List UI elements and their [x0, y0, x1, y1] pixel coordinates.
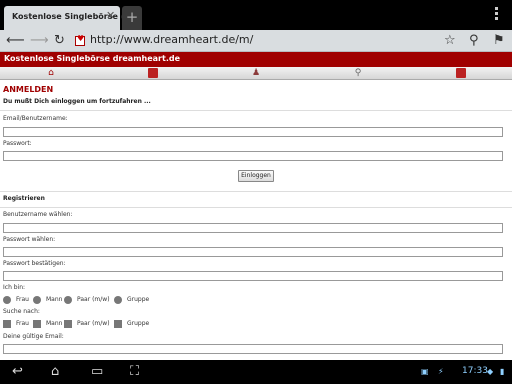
- login-heading: ANMELDEN: [3, 85, 54, 94]
- password-label: Passwort:: [3, 140, 32, 147]
- seeking-options: Frau Mann Paar (m/w) Gruppe: [3, 319, 303, 329]
- search-nav-icon[interactable]: ⚲: [353, 68, 363, 78]
- checkbox[interactable]: [64, 320, 72, 328]
- iam-label: Ich bin:: [3, 284, 26, 291]
- home-icon[interactable]: ⌂: [46, 68, 56, 78]
- login-button[interactable]: Einloggen: [238, 170, 274, 182]
- wifi-icon: ◆: [487, 367, 494, 376]
- register-heading: Registrieren: [3, 195, 45, 202]
- forward-arrow-icon[interactable]: ⟶: [30, 32, 49, 50]
- radio-button[interactable]: [64, 296, 72, 304]
- bookmark-star-icon[interactable]: ☆: [444, 32, 456, 50]
- checkbox[interactable]: [3, 320, 11, 328]
- back-arrow-icon[interactable]: ⟵: [6, 32, 25, 50]
- login-subheading: Du mußt Dich einloggen um fortzufahren .…: [3, 98, 151, 105]
- radio-button[interactable]: [33, 296, 41, 304]
- email-label: Email/Benutzername:: [3, 115, 68, 122]
- tab-title: Kostenlose Singlebörse d...: [12, 12, 136, 21]
- page-content: ANMELDEN Du mußt Dich einloggen um fortz…: [0, 81, 512, 360]
- overflow-menu-icon[interactable]: [495, 7, 498, 22]
- new-tab-button[interactable]: +: [122, 6, 142, 30]
- new-password-field[interactable]: [3, 247, 503, 257]
- radio-button[interactable]: [3, 296, 11, 304]
- recent-apps-icon[interactable]: ▭: [91, 363, 103, 381]
- confirm-password-label: Passwort bestätigen:: [3, 260, 66, 267]
- browser-tab-strip: Kostenlose Singlebörse d... ✕ +: [0, 0, 512, 30]
- address-bar[interactable]: http://www.dreamheart.de/m/: [90, 33, 253, 46]
- checkbox[interactable]: [33, 320, 41, 328]
- reg-email-field[interactable]: [3, 344, 503, 354]
- battery-icon: ▮: [500, 367, 505, 376]
- system-navigation-bar: ↩ ⌂ ▭ ⛶ ▣ ⚡ 17:33 ◆ ▮: [0, 360, 512, 384]
- usb-icon: ⚡: [438, 367, 444, 376]
- reg-email-label: Deine gültige Email:: [3, 333, 64, 340]
- home-icon[interactable]: ⌂: [51, 363, 59, 381]
- site-favicon-icon: [75, 34, 85, 46]
- checkbox[interactable]: [114, 320, 122, 328]
- username-field[interactable]: [3, 223, 503, 233]
- site-header: Kostenlose Singlebörse dreamheart.de: [0, 52, 512, 67]
- radio-button[interactable]: [114, 296, 122, 304]
- notification-icon: ▣: [421, 367, 429, 376]
- reload-icon[interactable]: ↻: [54, 32, 65, 50]
- clock: 17:33: [462, 366, 488, 376]
- bookmarks-icon[interactable]: ⚑: [493, 32, 505, 50]
- browser-toolbar: ⟵ ⟶ ↻ http://www.dreamheart.de/m/ ☆ ⚲ ⚑: [0, 30, 512, 52]
- briefcase-icon[interactable]: [456, 68, 466, 78]
- email-field[interactable]: [3, 127, 503, 137]
- username-label: Benutzername wählen:: [3, 211, 73, 218]
- browser-tab[interactable]: Kostenlose Singlebörse d... ✕: [4, 6, 136, 30]
- iam-options: Frau Mann Paar (m/w) Gruppe: [3, 295, 303, 305]
- divider: [0, 191, 512, 192]
- people-icon[interactable]: ♟: [251, 68, 261, 78]
- mail-icon[interactable]: [148, 68, 158, 78]
- divider: [0, 207, 512, 208]
- close-tab-icon[interactable]: ✕: [106, 9, 115, 22]
- password-field[interactable]: [3, 151, 503, 161]
- confirm-password-field[interactable]: [3, 271, 503, 281]
- new-password-label: Passwort wählen:: [3, 236, 56, 243]
- divider: [0, 110, 512, 111]
- site-title: Kostenlose Singlebörse dreamheart.de: [4, 54, 181, 63]
- search-icon[interactable]: ⚲: [469, 32, 479, 50]
- site-nav-bar: ⌂ ♟ ⚲: [0, 67, 512, 80]
- back-icon[interactable]: ↩: [12, 363, 23, 381]
- screenshot-icon[interactable]: ⛶: [130, 363, 139, 381]
- seeking-label: Suche nach:: [3, 308, 40, 315]
